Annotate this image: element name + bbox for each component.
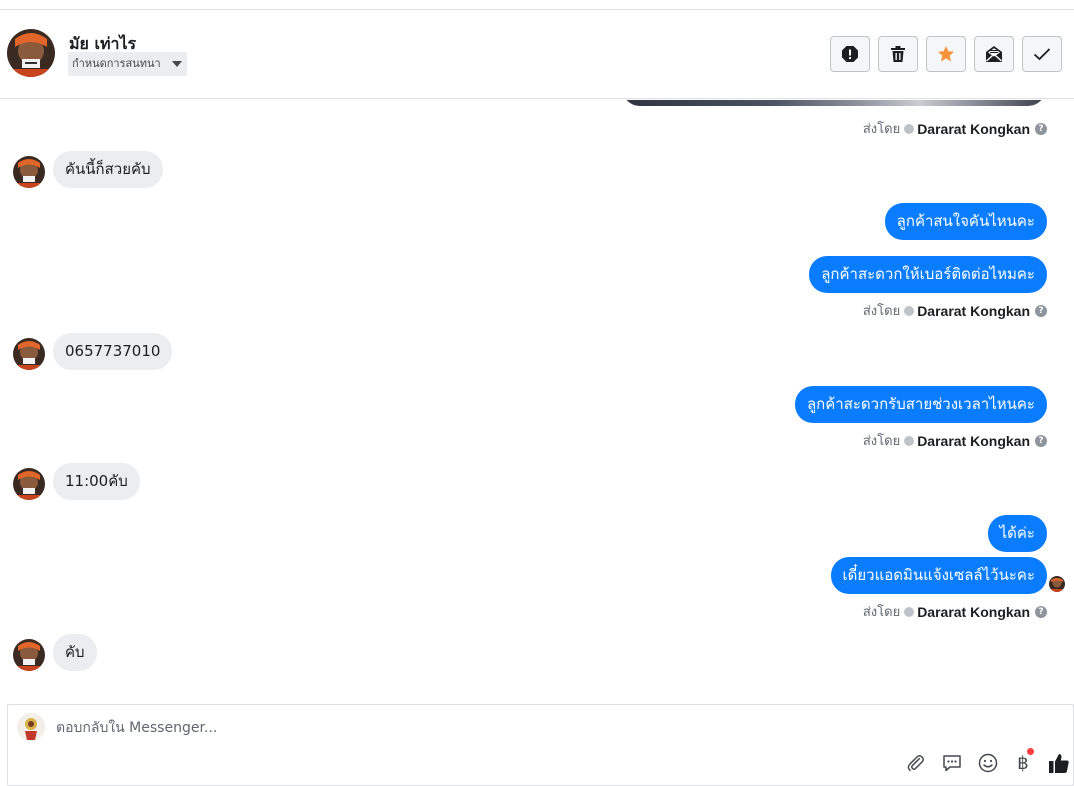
saved-reply-icon — [943, 755, 961, 772]
mark-unread-icon — [986, 46, 1002, 62]
incoming-message[interactable]: 11:00คับ — [53, 463, 140, 500]
read-receipt-avatar — [1049, 576, 1065, 592]
assign-conversation-label: กำหนดการสนทนา — [72, 57, 161, 70]
sent-by-label: ส่งโดย — [862, 434, 901, 449]
sent-by-label: ส่งโดย — [862, 605, 901, 620]
message-thread[interactable]: ส่งโดย Dararat Kongkan ? คันนี้ก็สวยคับ … — [0, 100, 1074, 704]
saved-reply-button[interactable] — [940, 751, 964, 775]
mark-done-button[interactable] — [1022, 36, 1062, 72]
outgoing-message[interactable]: เดี๋ยวแอดมินแจ้งเซลล์ไว้นะคะ — [830, 557, 1047, 594]
page-avatar — [17, 713, 45, 741]
help-icon[interactable]: ? — [1035, 122, 1047, 135]
assign-conversation-dropdown[interactable]: กำหนดการสนทนา — [68, 52, 187, 76]
trash-icon — [891, 46, 905, 62]
agent-name: Dararat Kongkan — [917, 120, 1030, 137]
agent-name: Dararat Kongkan — [917, 603, 1030, 620]
sent-by-info: ส่งโดย Dararat Kongkan ? — [863, 118, 1047, 139]
mark-spam-button[interactable] — [830, 36, 870, 72]
reply-composer: ฿ — [7, 704, 1074, 786]
paperclip-icon — [907, 755, 924, 772]
sent-by-label: ส่งโดย — [862, 304, 901, 319]
notification-dot — [1027, 748, 1034, 755]
outgoing-message[interactable]: ลูกค้าสนใจคันไหนคะ — [884, 203, 1047, 240]
help-icon[interactable]: ? — [1035, 304, 1047, 317]
verified-icon — [904, 435, 915, 446]
contact-avatar-small — [13, 338, 45, 370]
contact-avatar-small — [13, 468, 45, 500]
outgoing-message[interactable]: ได้ค่ะ — [987, 515, 1047, 552]
sent-by-info: ส่งโดย Dararat Kongkan ? — [863, 300, 1047, 321]
mark-unread-button[interactable] — [974, 36, 1014, 72]
spam-icon — [842, 46, 858, 62]
help-icon[interactable]: ? — [1035, 434, 1047, 447]
sent-by-label: ส่งโดย — [862, 122, 901, 137]
verified-icon — [904, 305, 915, 316]
attach-button[interactable] — [904, 751, 928, 775]
sent-by-info: ส่งโดย Dararat Kongkan ? — [863, 601, 1047, 622]
incoming-message[interactable]: คับ — [53, 634, 97, 671]
reply-input[interactable] — [56, 717, 956, 739]
star-icon — [938, 46, 954, 62]
agent-name: Dararat Kongkan — [917, 302, 1030, 319]
contact-avatar[interactable] — [7, 29, 55, 77]
payment-icon: ฿ — [1017, 752, 1029, 774]
help-icon[interactable]: ? — [1035, 605, 1047, 618]
star-button[interactable] — [926, 36, 966, 72]
payment-button[interactable]: ฿ — [1011, 748, 1035, 775]
image-attachment[interactable] — [622, 100, 1046, 106]
sent-by-info: ส่งโดย Dararat Kongkan ? — [863, 430, 1047, 451]
contact-avatar-small — [13, 156, 45, 188]
delete-button[interactable] — [878, 36, 918, 72]
verified-icon — [904, 123, 915, 134]
emoji-icon — [978, 753, 998, 773]
conversation-header: มัย เท่าไร กำหนดการสนทนา — [0, 10, 1074, 99]
caret-down-icon — [171, 61, 182, 67]
like-icon — [1049, 754, 1069, 773]
agent-name: Dararat Kongkan — [917, 432, 1030, 449]
done-icon — [1033, 48, 1051, 61]
emoji-button[interactable] — [976, 751, 1000, 775]
like-button[interactable] — [1047, 751, 1071, 775]
contact-avatar-small — [13, 639, 45, 671]
incoming-message[interactable]: 0657737010 — [53, 333, 173, 370]
incoming-message[interactable]: คันนี้ก็สวยคับ — [53, 151, 163, 188]
outgoing-message[interactable]: ลูกค้าสะดวกให้เบอร์ติดต่อไหมคะ — [809, 256, 1047, 293]
verified-icon — [904, 606, 915, 617]
outgoing-message[interactable]: ลูกค้าสะดวกรับสายช่วงเวลาไหนคะ — [794, 386, 1047, 423]
